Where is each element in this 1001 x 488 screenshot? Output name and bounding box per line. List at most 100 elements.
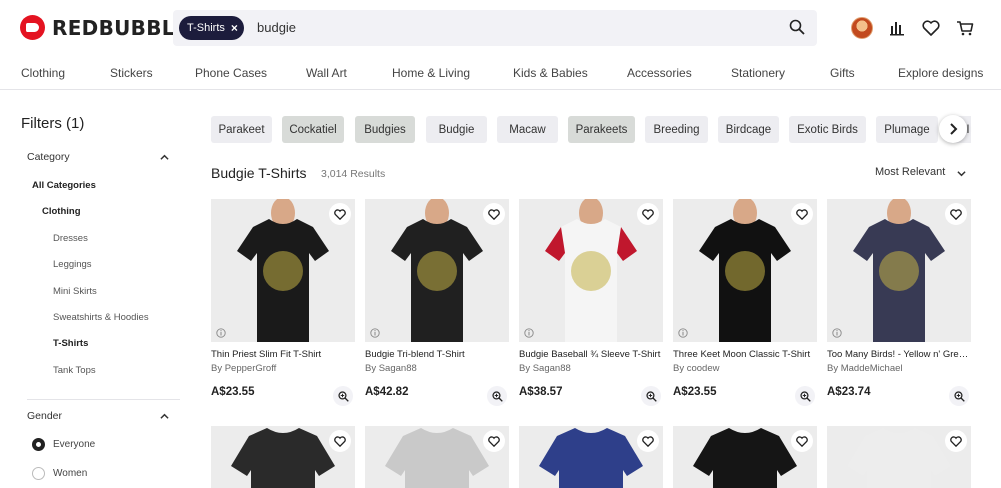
category-chip-label: T-Shirts — [187, 22, 225, 34]
nav-item-accessories[interactable]: Accessories — [627, 66, 692, 80]
related-tags: Parakeet Cockatiel Budgies Budgie Macaw … — [211, 116, 971, 144]
tag-pill[interactable]: Birdcage — [718, 116, 779, 143]
search-input[interactable]: budgie — [257, 20, 296, 35]
quick-view-button[interactable] — [949, 386, 969, 406]
favorite-button[interactable] — [483, 430, 505, 452]
category-mini-skirts[interactable]: Mini Skirts — [53, 286, 97, 297]
quick-view-button[interactable] — [641, 386, 661, 406]
nav-item-wall-art[interactable]: Wall Art — [306, 66, 347, 80]
heart-icon — [642, 435, 654, 447]
heart-icon — [488, 435, 500, 447]
favorite-button[interactable] — [329, 430, 351, 452]
radio-women[interactable] — [32, 467, 45, 480]
info-icon[interactable] — [524, 328, 534, 338]
zoom-icon — [491, 390, 503, 402]
category-heading[interactable]: Category — [27, 151, 70, 163]
product-title[interactable]: Budgie Baseball ¾ Sleeve T-Shirt — [519, 349, 663, 360]
product-title[interactable]: Thin Priest Slim Fit T-Shirt — [211, 349, 355, 360]
product-image[interactable] — [827, 426, 971, 488]
tags-next-button[interactable] — [939, 115, 967, 143]
redbubble-logo[interactable]: REDBUBBLE — [20, 15, 189, 40]
avatar[interactable] — [849, 15, 875, 41]
product-image[interactable] — [519, 199, 663, 342]
category-tank-tops[interactable]: Tank Tops — [53, 365, 96, 376]
product-title[interactable]: Three Keet Moon Classic T-Shirt — [673, 349, 817, 360]
filters-sidebar: Filters (1) Category All Categories Clot… — [0, 91, 190, 488]
quick-view-button[interactable] — [487, 386, 507, 406]
tag-pill[interactable]: Plumage — [876, 116, 938, 143]
radio-everyone[interactable] — [32, 438, 45, 451]
info-icon[interactable] — [678, 328, 688, 338]
tag-pill[interactable]: Breeding — [645, 116, 708, 143]
favorite-button[interactable] — [329, 203, 351, 225]
category-t-shirts[interactable]: T-Shirts — [53, 338, 88, 349]
tag-pill[interactable]: Parakeets — [568, 116, 635, 143]
chevron-up-icon[interactable] — [160, 153, 169, 162]
tag-pill[interactable]: Macaw — [497, 116, 558, 143]
product-artist[interactable]: By PepperGroff — [211, 363, 276, 374]
chevron-up-icon[interactable] — [160, 412, 169, 421]
quick-view-button[interactable] — [795, 386, 815, 406]
heart-icon — [950, 435, 962, 447]
info-icon[interactable] — [832, 328, 842, 338]
category-nav: Clothing Stickers Phone Cases Wall Art H… — [0, 56, 1001, 90]
product-image[interactable] — [365, 199, 509, 342]
favorite-button[interactable] — [637, 203, 659, 225]
tag-pill[interactable]: Exotic Birds — [789, 116, 866, 143]
category-clothing[interactable]: Clothing — [42, 206, 81, 217]
divider — [27, 399, 180, 400]
search-bar[interactable]: T-Shirts × budgie — [173, 10, 817, 46]
nav-item-explore-designs[interactable]: Explore designs — [898, 66, 983, 80]
product-image[interactable] — [211, 199, 355, 342]
favorite-button[interactable] — [791, 430, 813, 452]
product-image[interactable] — [673, 426, 817, 488]
tag-pill[interactable]: Budgies — [355, 116, 415, 143]
category-all[interactable]: All Categories — [32, 180, 96, 191]
product-title[interactable]: Too Many Birds! - Yellow n' Green Classi… — [827, 349, 971, 360]
product-artist[interactable]: By MaddeMichael — [827, 363, 903, 374]
tag-pill[interactable]: Budgie — [426, 116, 487, 143]
product-artist[interactable]: By Sagan88 — [365, 363, 417, 374]
chevron-down-icon[interactable] — [957, 169, 966, 178]
category-leggings[interactable]: Leggings — [53, 259, 92, 270]
favorite-button[interactable] — [637, 430, 659, 452]
product-image[interactable] — [827, 199, 971, 342]
product-artist[interactable]: By Sagan88 — [519, 363, 571, 374]
product-artist[interactable]: By coodew — [673, 363, 719, 374]
nav-item-stationery[interactable]: Stationery — [731, 66, 785, 80]
close-icon[interactable]: × — [231, 21, 238, 35]
zoom-icon — [799, 390, 811, 402]
favorite-button[interactable] — [483, 203, 505, 225]
nav-item-phone-cases[interactable]: Phone Cases — [195, 66, 267, 80]
product-price: A$23.74 — [827, 386, 871, 398]
product-image[interactable] — [673, 199, 817, 342]
product-image[interactable] — [365, 426, 509, 488]
cart-icon[interactable] — [952, 15, 978, 41]
nav-item-stickers[interactable]: Stickers — [110, 66, 153, 80]
sort-dropdown[interactable]: Most Relevant — [875, 166, 945, 178]
category-dresses[interactable]: Dresses — [53, 233, 88, 244]
favorite-button[interactable] — [791, 203, 813, 225]
heart-icon[interactable] — [918, 15, 944, 41]
tag-pill[interactable]: Cockatiel — [282, 116, 344, 143]
product-image[interactable] — [211, 426, 355, 488]
info-icon[interactable] — [370, 328, 380, 338]
product-price: A$38.57 — [519, 386, 563, 398]
product-title[interactable]: Budgie Tri-blend T-Shirt — [365, 349, 509, 360]
gender-heading[interactable]: Gender — [27, 410, 62, 422]
category-chip[interactable]: T-Shirts × — [179, 16, 244, 40]
info-icon[interactable] — [216, 328, 226, 338]
nav-item-home-living[interactable]: Home & Living — [392, 66, 470, 80]
product-image[interactable] — [519, 426, 663, 488]
filters-title: Filters (1) — [21, 115, 85, 132]
nav-item-kids-babies[interactable]: Kids & Babies — [513, 66, 588, 80]
category-sweatshirts-hoodies[interactable]: Sweatshirts & Hoodies — [53, 312, 149, 323]
bar-chart-icon[interactable] — [884, 15, 910, 41]
nav-item-gifts[interactable]: Gifts — [830, 66, 855, 80]
quick-view-button[interactable] — [333, 386, 353, 406]
search-icon[interactable] — [789, 19, 805, 35]
favorite-button[interactable] — [945, 203, 967, 225]
favorite-button[interactable] — [945, 430, 967, 452]
tag-pill[interactable]: Parakeet — [211, 116, 272, 143]
nav-item-clothing[interactable]: Clothing — [21, 66, 65, 80]
